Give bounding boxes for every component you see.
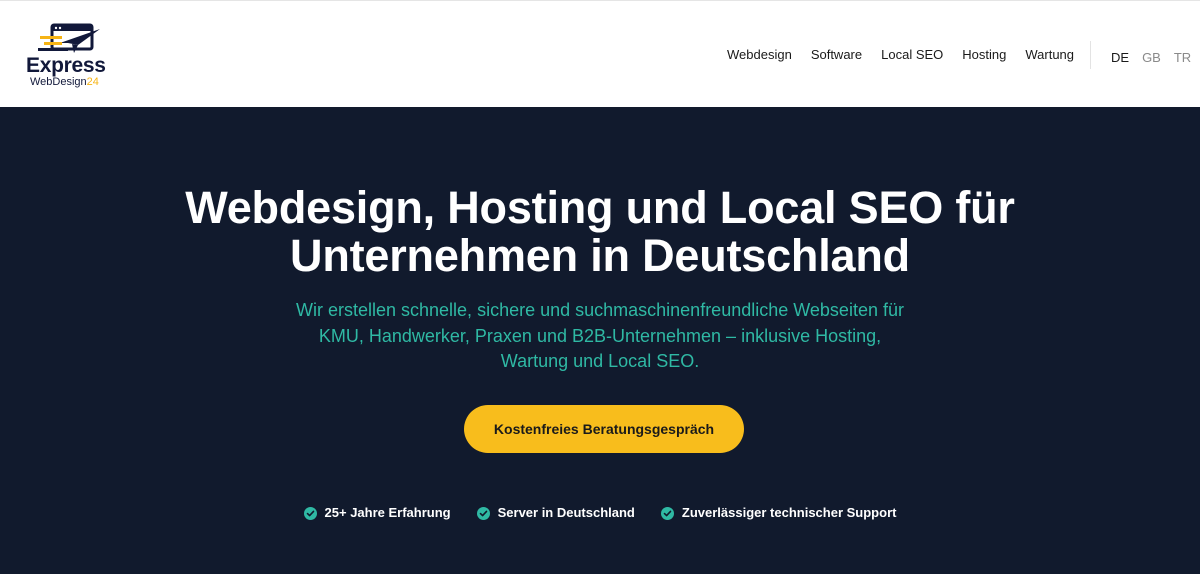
hero-subtitle-line: Wartung und Local SEO. xyxy=(500,351,700,371)
site-logo[interactable]: Express WebDesign24 xyxy=(22,19,122,91)
hero-subtitle-line: KMU, Handwerker, Praxen und B2B-Unterneh… xyxy=(318,325,882,346)
feature-item: Zuverlässiger technischer Support xyxy=(660,505,897,521)
check-circle-icon xyxy=(303,506,317,520)
feature-list: 25+ Jahre Erfahrung Server in Deutschlan… xyxy=(0,505,1200,521)
feature-label: Server in Deutschland xyxy=(497,505,635,520)
nav-item-software[interactable]: Software xyxy=(811,46,862,64)
hero-subtitle-line: Wir erstellen schnelle, sichere und such… xyxy=(296,300,904,320)
hero-subtitle: Wir erstellen schnelle, sichere und such… xyxy=(0,298,1200,375)
language-de[interactable]: DE xyxy=(1111,49,1129,67)
hero-title: Webdesign, Hosting und Local SEO für Unt… xyxy=(0,184,1200,280)
feature-item: 25+ Jahre Erfahrung xyxy=(303,505,451,521)
hero-title-line: Webdesign, Hosting und Local SEO für xyxy=(185,182,1015,233)
logo-subtitle-number: 24 xyxy=(86,76,99,88)
nav-divider xyxy=(1090,41,1091,69)
nav-item-hosting[interactable]: Hosting xyxy=(962,46,1006,64)
nav-item-local-seo[interactable]: Local SEO xyxy=(881,46,943,64)
nav-item-wartung[interactable]: Wartung xyxy=(1025,46,1074,64)
check-circle-icon xyxy=(476,506,490,520)
site-header: Express WebDesign24 Webdesign Software L… xyxy=(0,0,1200,107)
feature-label: 25+ Jahre Erfahrung xyxy=(324,505,451,520)
hero-section: Webdesign, Hosting und Local SEO für Unt… xyxy=(0,107,1200,574)
language-gb[interactable]: GB xyxy=(1142,49,1161,67)
feature-label: Zuverlässiger technischer Support xyxy=(681,505,897,520)
logo-icon xyxy=(38,23,100,53)
nav-item-webdesign[interactable]: Webdesign xyxy=(727,46,792,64)
logo-subtitle-text: WebDesign xyxy=(30,76,87,88)
feature-item: Server in Deutschland xyxy=(476,505,635,521)
hero-title-line: Unternehmen in Deutschland xyxy=(290,230,910,281)
logo-title: Express xyxy=(26,54,106,77)
logo-subtitle: WebDesign24 xyxy=(30,76,99,88)
main-nav: Webdesign Software Local SEO Hosting War… xyxy=(727,46,1074,64)
language-tr[interactable]: TR xyxy=(1174,49,1191,67)
check-circle-icon xyxy=(660,506,674,520)
consultation-button[interactable]: Kostenfreies Beratungsgespräch xyxy=(464,405,744,453)
language-switcher: DE GB TR xyxy=(1111,49,1191,67)
